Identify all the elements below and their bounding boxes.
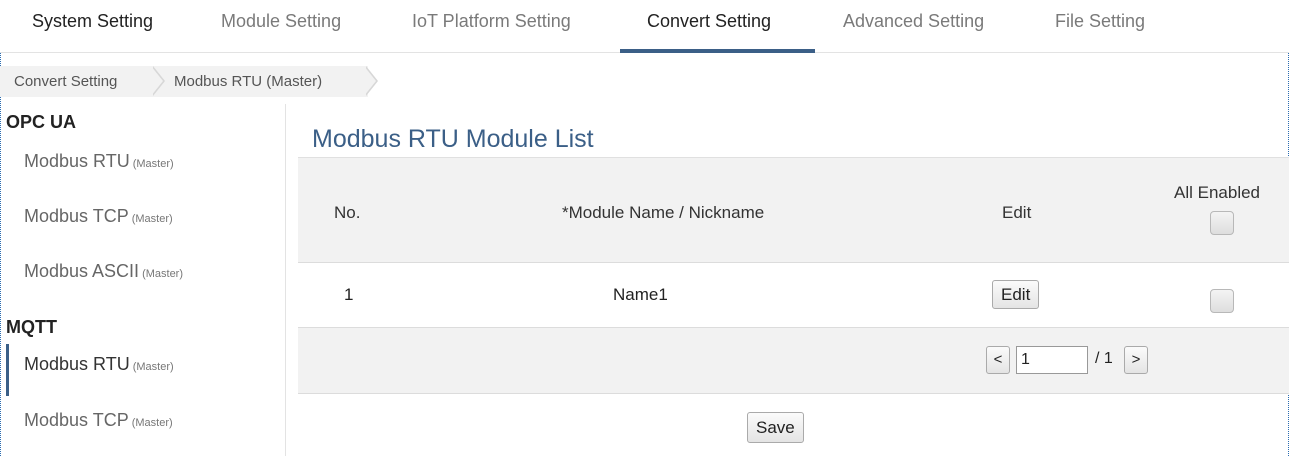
sidebar-item-mqtt-modbus-tcp[interactable]: Modbus TCP (Master) (0, 400, 285, 442)
column-header-all-enabled: All Enabled (1174, 183, 1261, 202)
sidebar-item-opcua-modbus-rtu[interactable]: Modbus RTU (Master) (0, 141, 285, 183)
sidebar-item-opcua-modbus-ascii[interactable]: Modbus ASCII (Master) (0, 251, 285, 293)
sidebar-item-label: Modbus RTU (Master) (24, 151, 174, 171)
table-header: No. *Module Name / Nickname Edit All Ena… (298, 157, 1289, 263)
sidebar-item-label: Modbus RTU (Master) (24, 354, 174, 374)
sidebar-heading-mqtt: MQTT (6, 317, 57, 337)
active-item-indicator (6, 344, 9, 396)
tab-module-setting[interactable]: Module Setting (221, 11, 341, 32)
next-page-button[interactable]: > (1124, 346, 1148, 374)
tab-convert-setting[interactable]: Convert Setting (647, 11, 771, 32)
column-header-edit: Edit (1002, 203, 1032, 222)
sidebar-item-label: Modbus TCP (Master) (24, 410, 173, 430)
page-total: / 1 (1095, 350, 1113, 367)
table-row: 1 Name1 Edit (298, 263, 1289, 328)
sidebar-item-label: Modbus TCP (Master) (24, 206, 173, 226)
breadcrumb-separator-fill (151, 66, 163, 96)
row-number: 1 (344, 285, 354, 304)
breadcrumb-end-fill (364, 66, 376, 96)
tab-file-setting[interactable]: File Setting (1055, 11, 1145, 32)
sidebar-item-opcua-modbus-tcp[interactable]: Modbus TCP (Master) (0, 196, 285, 238)
page-title: Modbus RTU Module List (312, 125, 594, 153)
tab-iot-platform-setting[interactable]: IoT Platform Setting (412, 11, 571, 32)
pagination: < / 1 > (298, 328, 1289, 394)
enabled-checkbox[interactable] (1210, 289, 1234, 313)
active-tab-indicator (620, 49, 815, 53)
breadcrumb-item-convert-setting[interactable]: Convert Setting (0, 66, 155, 97)
edit-button[interactable]: Edit (992, 280, 1040, 309)
top-navigation: System Setting Module Setting IoT Platfo… (0, 0, 1289, 53)
sidebar-heading-opc-ua: OPC UA (6, 112, 77, 132)
tab-advanced-setting[interactable]: Advanced Setting (843, 11, 984, 32)
sidebar: OPC UA Modbus RTU (Master) Modbus TCP (Mas… (0, 104, 286, 456)
breadcrumb-item-modbus-rtu[interactable]: Modbus RTU (Master) (155, 66, 368, 97)
all-enabled-checkbox[interactable] (1210, 211, 1234, 235)
row-module-name: Name1 (613, 285, 668, 304)
save-button[interactable]: Save (747, 412, 804, 443)
tab-system-setting[interactable]: System Setting (32, 11, 153, 32)
sidebar-item-mqtt-modbus-rtu[interactable]: Modbus RTU (Master) (0, 344, 285, 396)
page-number-input[interactable] (1016, 346, 1088, 374)
column-header-no: No. (334, 203, 361, 222)
prev-page-button[interactable]: < (986, 346, 1010, 374)
sidebar-item-label: Modbus ASCII (Master) (24, 261, 184, 281)
column-header-name: *Module Name / Nickname (562, 203, 765, 222)
